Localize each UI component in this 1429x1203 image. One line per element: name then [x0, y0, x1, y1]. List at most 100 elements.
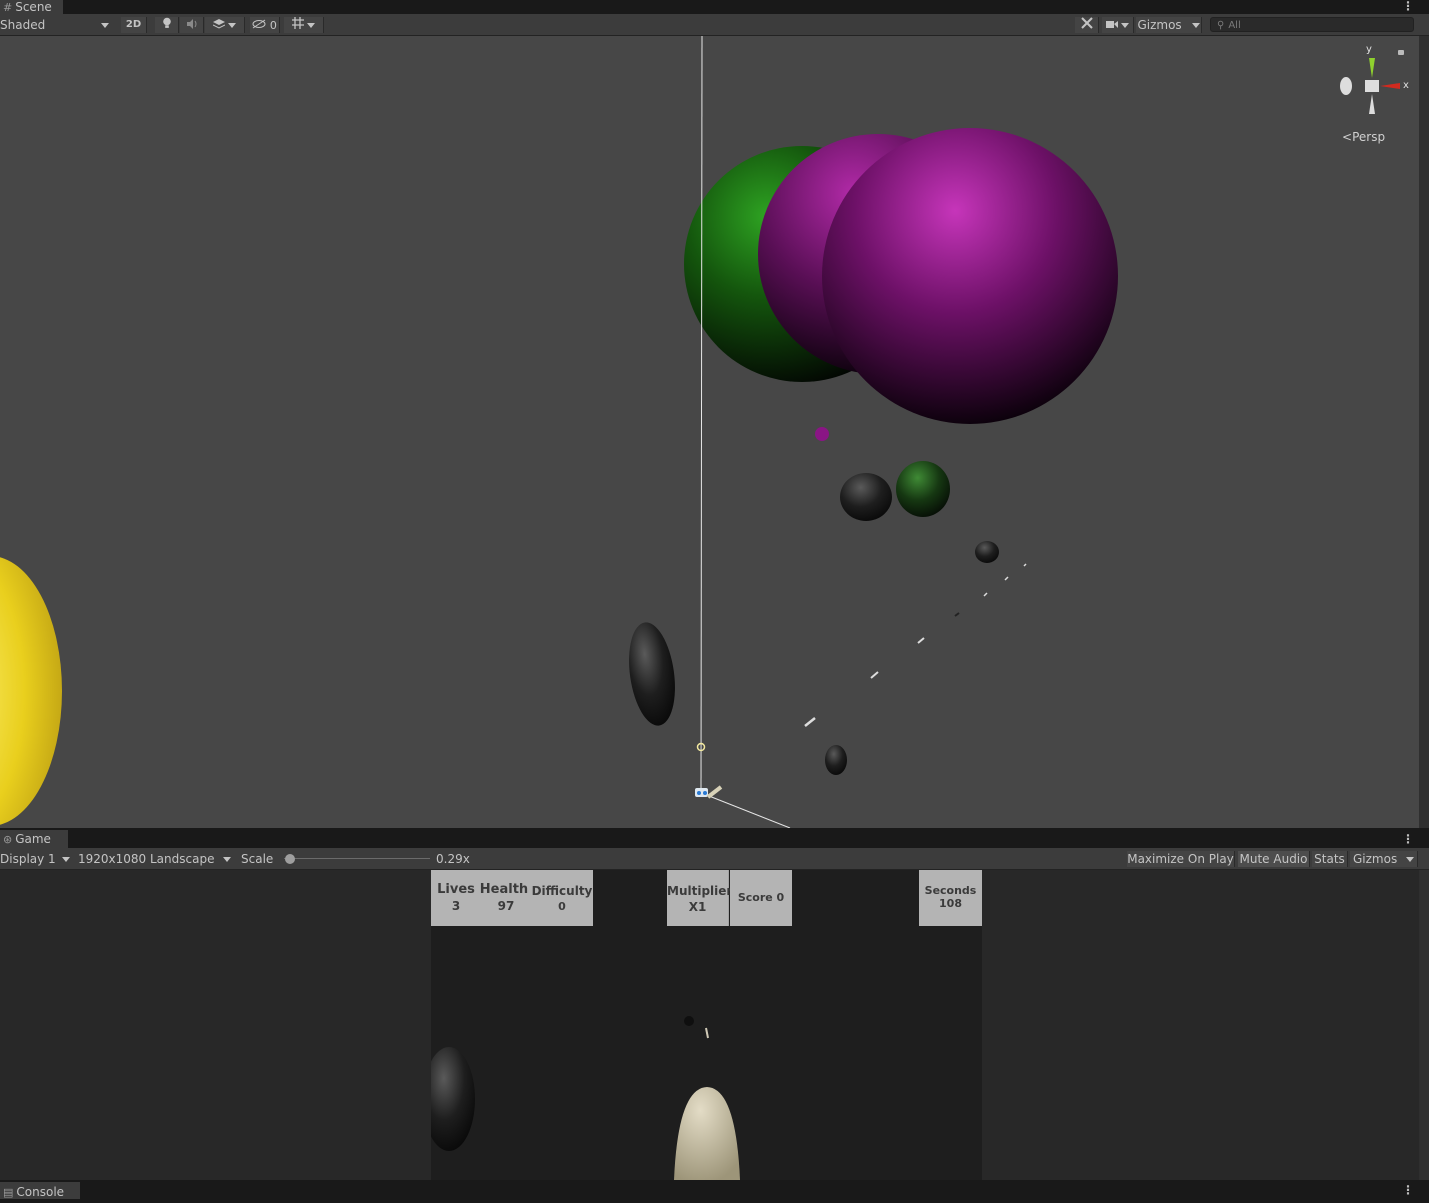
- chevron-down-icon: [1191, 23, 1200, 28]
- grid-icon: #: [3, 1, 13, 14]
- camera-dropdown[interactable]: [1102, 17, 1134, 33]
- bullet: [1023, 563, 1027, 567]
- hud-score: Score 0: [730, 870, 792, 926]
- chevron-down-icon: [101, 23, 109, 28]
- tab-console[interactable]: ▤ Console: [0, 1182, 80, 1199]
- effects-dropdown[interactable]: [205, 17, 245, 33]
- hidden-eye-icon: [252, 19, 266, 29]
- asteroid-green[interactable]: [896, 461, 950, 517]
- game-toolbar: Display 1 1920x1080 Landscape Scale 0.29…: [0, 848, 1429, 870]
- hud-multiplier-label: Multiplier: [667, 884, 733, 898]
- camera-lens: [703, 791, 707, 795]
- maximize-on-play-toggle[interactable]: Maximize On Play: [1127, 851, 1235, 867]
- hud-health: Health 97: [479, 882, 529, 914]
- hud-multiplier: Multiplier X1: [667, 870, 733, 926]
- scene-search-input[interactable]: ⚲ All: [1210, 17, 1414, 32]
- shading-mode-label: Shaded: [0, 18, 46, 32]
- hidden-count: 0: [269, 19, 277, 32]
- bullet: [917, 637, 925, 644]
- axis-x-label: x: [1403, 80, 1409, 91]
- gamepad-icon: ⊛: [3, 833, 13, 846]
- bullet: [804, 717, 816, 727]
- toggle-2d-button[interactable]: 2D: [121, 17, 147, 33]
- asteroid-magenta-small[interactable]: [815, 427, 829, 441]
- chevron-down-icon: [307, 23, 316, 28]
- shading-mode-dropdown[interactable]: Shaded: [0, 17, 112, 33]
- asteroid-bottom[interactable]: [825, 745, 847, 775]
- game-canvas[interactable]: Lives 3 Health 97 Difficulty 0 Multiplie…: [431, 870, 982, 1180]
- asteroid-dark-small[interactable]: [975, 541, 999, 563]
- sun-object[interactable]: [0, 556, 62, 826]
- search-icon: ⚲: [1217, 20, 1225, 31]
- scene-menu-icon[interactable]: ⋮: [1402, 0, 1414, 12]
- console-tab-bar: ▤ Console ⋮: [0, 1180, 1429, 1199]
- game-asteroid-far: [684, 1016, 694, 1026]
- lighting-toggle-button[interactable]: [155, 17, 179, 33]
- game-gizmos-label: Gizmos: [1353, 852, 1398, 866]
- tools-button[interactable]: [1075, 17, 1099, 33]
- hud-seconds-value: 108: [939, 897, 962, 910]
- scale-slider-thumb[interactable]: [285, 854, 295, 864]
- tab-scene-label: Scene: [15, 0, 52, 14]
- hud-difficulty: Difficulty 0: [531, 883, 593, 915]
- game-bullet: [705, 1027, 709, 1039]
- console-menu-icon[interactable]: ⋮: [1402, 1184, 1414, 1196]
- lightbulb-icon: [162, 17, 171, 28]
- hud-seconds: Seconds 108: [919, 870, 982, 926]
- hud-lives-value: 3: [451, 899, 461, 913]
- game-viewport[interactable]: Lives 3 Health 97 Difficulty 0 Multiplie…: [0, 870, 1419, 1180]
- layers-icon: [212, 19, 225, 29]
- asteroid-long[interactable]: [623, 619, 681, 728]
- tab-game[interactable]: ⊛ Game: [0, 830, 68, 848]
- camera-lens: [697, 791, 701, 795]
- grid-snap-icon: [291, 17, 304, 29]
- scene-scrollbar[interactable]: [1419, 36, 1429, 828]
- camera-gizmo-line: [703, 793, 791, 828]
- game-menu-icon[interactable]: ⋮: [1402, 833, 1414, 845]
- hud-lives: Lives 3: [433, 882, 479, 914]
- axis-gizmo-icon: [1340, 50, 1404, 114]
- hud-multiplier-value: X1: [688, 900, 707, 914]
- scene-viewport[interactable]: y x <Persp: [0, 36, 1419, 828]
- player-ship[interactable]: [706, 785, 723, 799]
- hud-health-label: Health: [479, 882, 529, 897]
- hud-lives-label: Lives: [437, 882, 475, 897]
- grid-snap-dropdown[interactable]: [284, 17, 324, 33]
- gizmos-dropdown[interactable]: Gizmos: [1136, 17, 1202, 33]
- projection-label: Persp: [1352, 130, 1386, 144]
- hud-seconds-label: Seconds: [924, 884, 977, 897]
- display-dropdown[interactable]: Display 1: [0, 851, 72, 867]
- display-label: Display 1: [0, 852, 56, 866]
- camera-icon: [1105, 21, 1118, 28]
- console-icon: ▤: [3, 1186, 14, 1199]
- game-scrollbar[interactable]: [1419, 870, 1429, 1180]
- chevron-down-icon: [1121, 23, 1130, 28]
- hud-difficulty-label: Difficulty: [531, 884, 593, 898]
- hud-stats-panel: Lives 3 Health 97 Difficulty 0: [431, 870, 593, 926]
- game-gizmos-dropdown[interactable]: Gizmos: [1350, 851, 1418, 867]
- game-asteroid-left: [431, 1047, 475, 1151]
- tools-icon: [1080, 17, 1093, 29]
- chevron-down-icon: [223, 857, 231, 862]
- chevron-down-icon: [228, 23, 237, 28]
- gizmos-label: Gizmos: [1137, 18, 1182, 32]
- camera-gizmo-line: [700, 36, 703, 792]
- tab-scene[interactable]: # Scene: [0, 0, 63, 14]
- asteroid-grey[interactable]: [840, 473, 892, 521]
- planet-magenta-front[interactable]: [822, 128, 1118, 424]
- orientation-gizmo[interactable]: y x <Persp: [1332, 44, 1412, 146]
- scale-slider[interactable]: [282, 854, 430, 864]
- bullet: [983, 592, 988, 597]
- stats-toggle[interactable]: Stats: [1312, 851, 1348, 867]
- scene-tab-bar: # Scene ⋮: [0, 0, 1429, 14]
- resolution-label: 1920x1080 Landscape: [78, 852, 215, 866]
- projection-toggle[interactable]: <Persp: [1342, 130, 1385, 144]
- audio-toggle-button[interactable]: [180, 17, 204, 33]
- mute-audio-toggle[interactable]: Mute Audio: [1238, 851, 1310, 867]
- bullet: [1004, 576, 1009, 581]
- scene-visibility-toggle[interactable]: 0: [250, 17, 280, 33]
- game-tab-bar: ⊛ Game ⋮: [0, 830, 1429, 848]
- resolution-dropdown[interactable]: 1920x1080 Landscape: [78, 851, 234, 867]
- bullet: [870, 671, 879, 679]
- bullet: [954, 612, 960, 617]
